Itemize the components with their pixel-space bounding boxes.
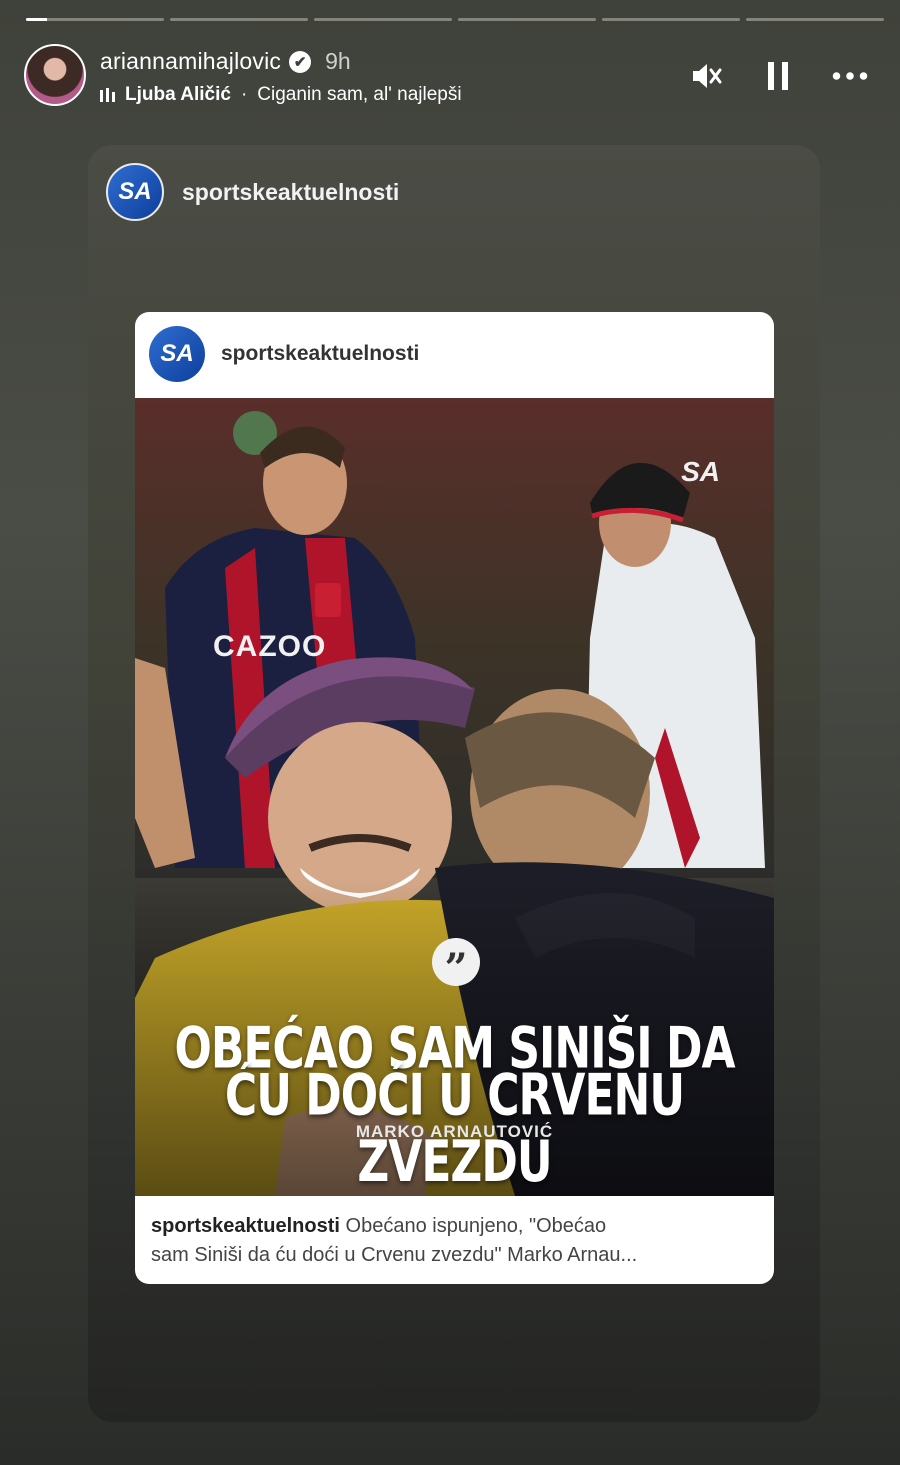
post-account-name: sportskeaktuelnosti	[221, 342, 420, 365]
mute-icon[interactable]	[688, 58, 724, 94]
quote-author: MARKO ARNAUTOVIĆ	[355, 1122, 554, 1141]
story-progress-bar	[26, 18, 884, 22]
pause-icon[interactable]	[760, 58, 796, 94]
music-bars-icon	[100, 88, 115, 102]
progress-segment	[746, 18, 884, 21]
username-row: ariannamihajlovic ✔ 9h	[100, 48, 351, 75]
more-options-icon[interactable]	[832, 58, 868, 94]
embedded-post[interactable]: SA sportskeaktuelnosti SA ” OBEĆAO SAM S…	[135, 312, 774, 1284]
music-separator: ·	[240, 84, 248, 105]
progress-segment	[458, 18, 596, 21]
music-info[interactable]: Ljuba Aličić · Ciganin sam, al' najlepši	[100, 84, 462, 106]
progress-segment	[602, 18, 740, 21]
post-image: SA ” OBEĆAO SAM SINIŠI DA ĆU DOĆI U CRVE…	[135, 398, 774, 1196]
progress-segment	[314, 18, 452, 21]
sa-logo-icon: SA	[149, 326, 205, 382]
caption-account: sportskeaktuelnosti	[151, 1215, 340, 1237]
quote-icon: ”	[432, 938, 480, 992]
post-time: 9h	[325, 48, 351, 74]
caption-line-2: sam Siniši da ću doći u Crvenu zvezdu" M…	[151, 1244, 638, 1266]
shared-post-card[interactable]: SA sportskeaktuelnosti SA sportskeaktuel…	[88, 145, 820, 1422]
shared-account-name: sportskeaktuelnosti	[182, 178, 400, 205]
avatar[interactable]	[24, 44, 86, 106]
caption-text-1: Obećano ispunjeno, "Obećao	[345, 1215, 607, 1237]
progress-segment	[26, 18, 164, 21]
caption-line-1: sportskeaktuelnosti Obećano ispunjeno, "…	[151, 1212, 756, 1241]
username[interactable]: ariannamihajlovic	[100, 48, 281, 75]
verified-badge-icon: ✔	[289, 50, 312, 73]
story-controls	[688, 58, 868, 94]
post-caption[interactable]: sportskeaktuelnosti Obećano ispunjeno, "…	[151, 1212, 756, 1270]
shared-account-header[interactable]: SA sportskeaktuelnosti	[106, 163, 399, 221]
music-artist: Ljuba Aličić	[125, 84, 231, 105]
progress-segment	[170, 18, 308, 21]
sa-logo-icon: SA	[106, 163, 164, 221]
sa-watermark: SA	[681, 456, 720, 487]
post-header: SA sportskeaktuelnosti	[149, 326, 419, 382]
music-title: Ciganin sam, al' najlepši	[257, 84, 462, 105]
jersey-sponsor-text: CAZOO	[213, 630, 327, 663]
story-header: ariannamihajlovic ✔ 9h Ljuba Aličić · Ci…	[24, 42, 876, 108]
